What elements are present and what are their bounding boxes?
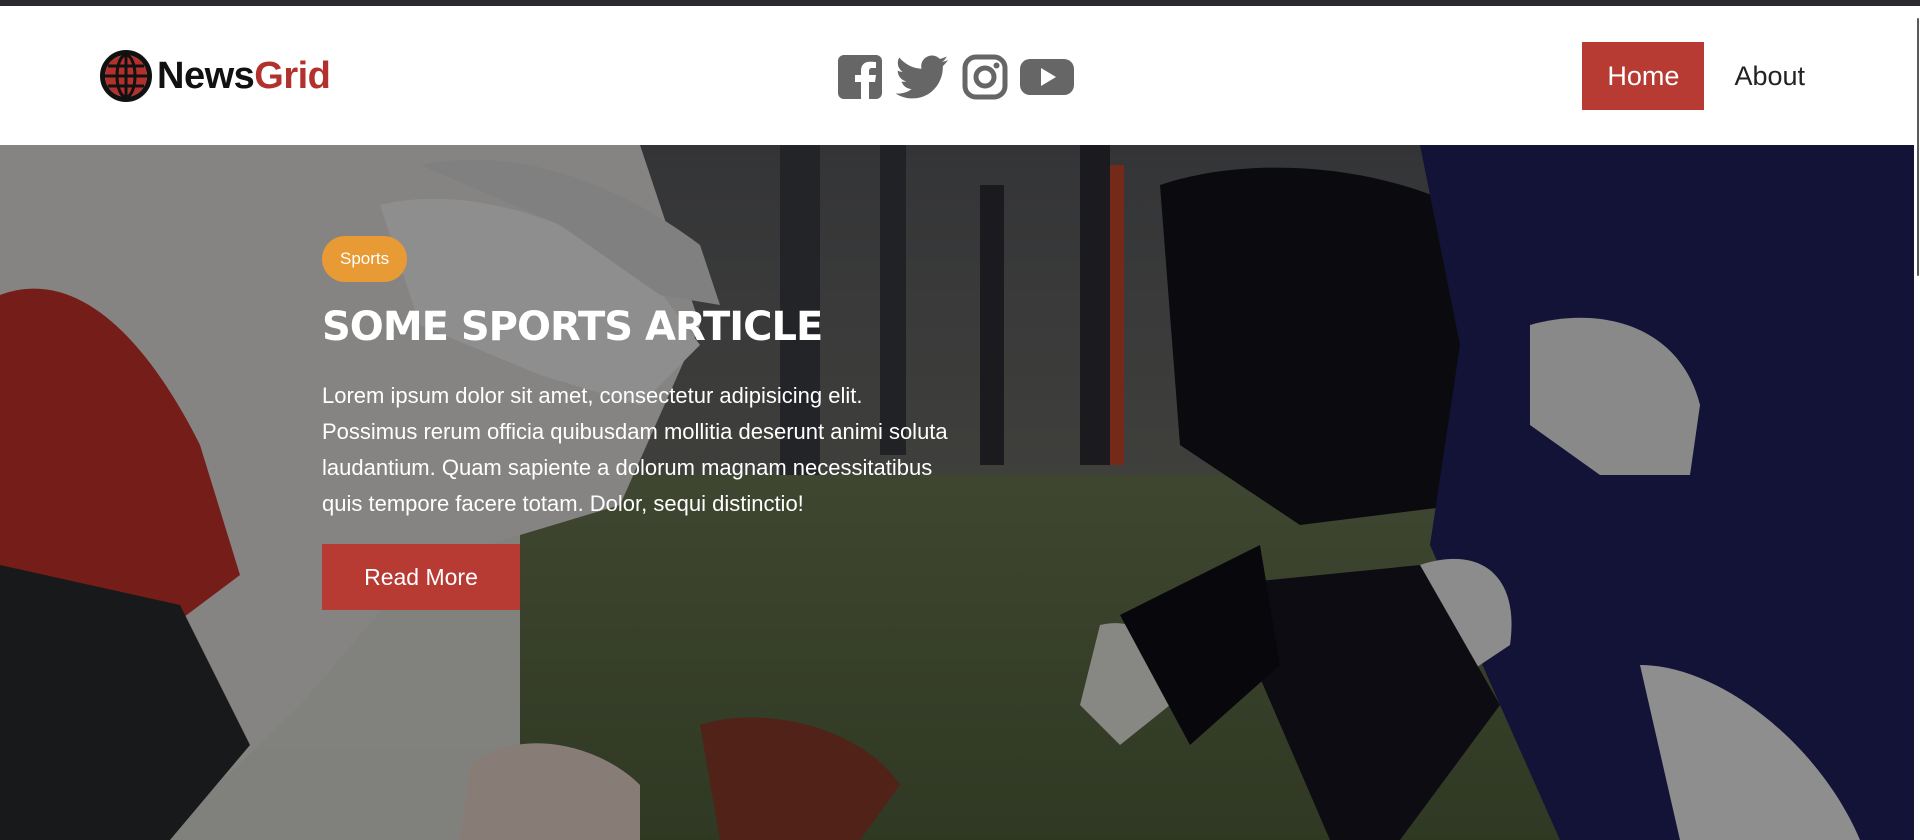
read-more-button[interactable]: Read More	[322, 544, 520, 610]
hero-content: Sports Some Sports Article Lorem ipsum d…	[322, 236, 962, 610]
article-title: Some Sports Article	[322, 304, 823, 350]
scrollbar[interactable]	[1914, 6, 1920, 840]
main-nav: Home About	[1582, 42, 1830, 110]
article-excerpt: Lorem ipsum dolor sit amet, consectetur …	[322, 383, 948, 516]
youtube-icon[interactable]	[1020, 57, 1074, 97]
brand-logo[interactable]: NewsGrid	[99, 48, 331, 104]
hero-section: Sports Some Sports Article Lorem ipsum d…	[0, 145, 1914, 840]
social-links	[836, 53, 1086, 101]
navbar: NewsGrid Home About	[0, 6, 1914, 145]
twitter-icon[interactable]	[896, 54, 950, 100]
facebook-icon[interactable]	[836, 53, 884, 101]
brand-name: NewsGrid	[157, 54, 331, 97]
instagram-icon[interactable]	[962, 54, 1008, 100]
category-badge[interactable]: Sports	[322, 236, 408, 282]
nav-about[interactable]: About	[1709, 42, 1830, 110]
globe-icon	[100, 50, 152, 102]
scrollbar-thumb[interactable]	[1917, 18, 1919, 276]
nav-home[interactable]: Home	[1582, 42, 1705, 110]
